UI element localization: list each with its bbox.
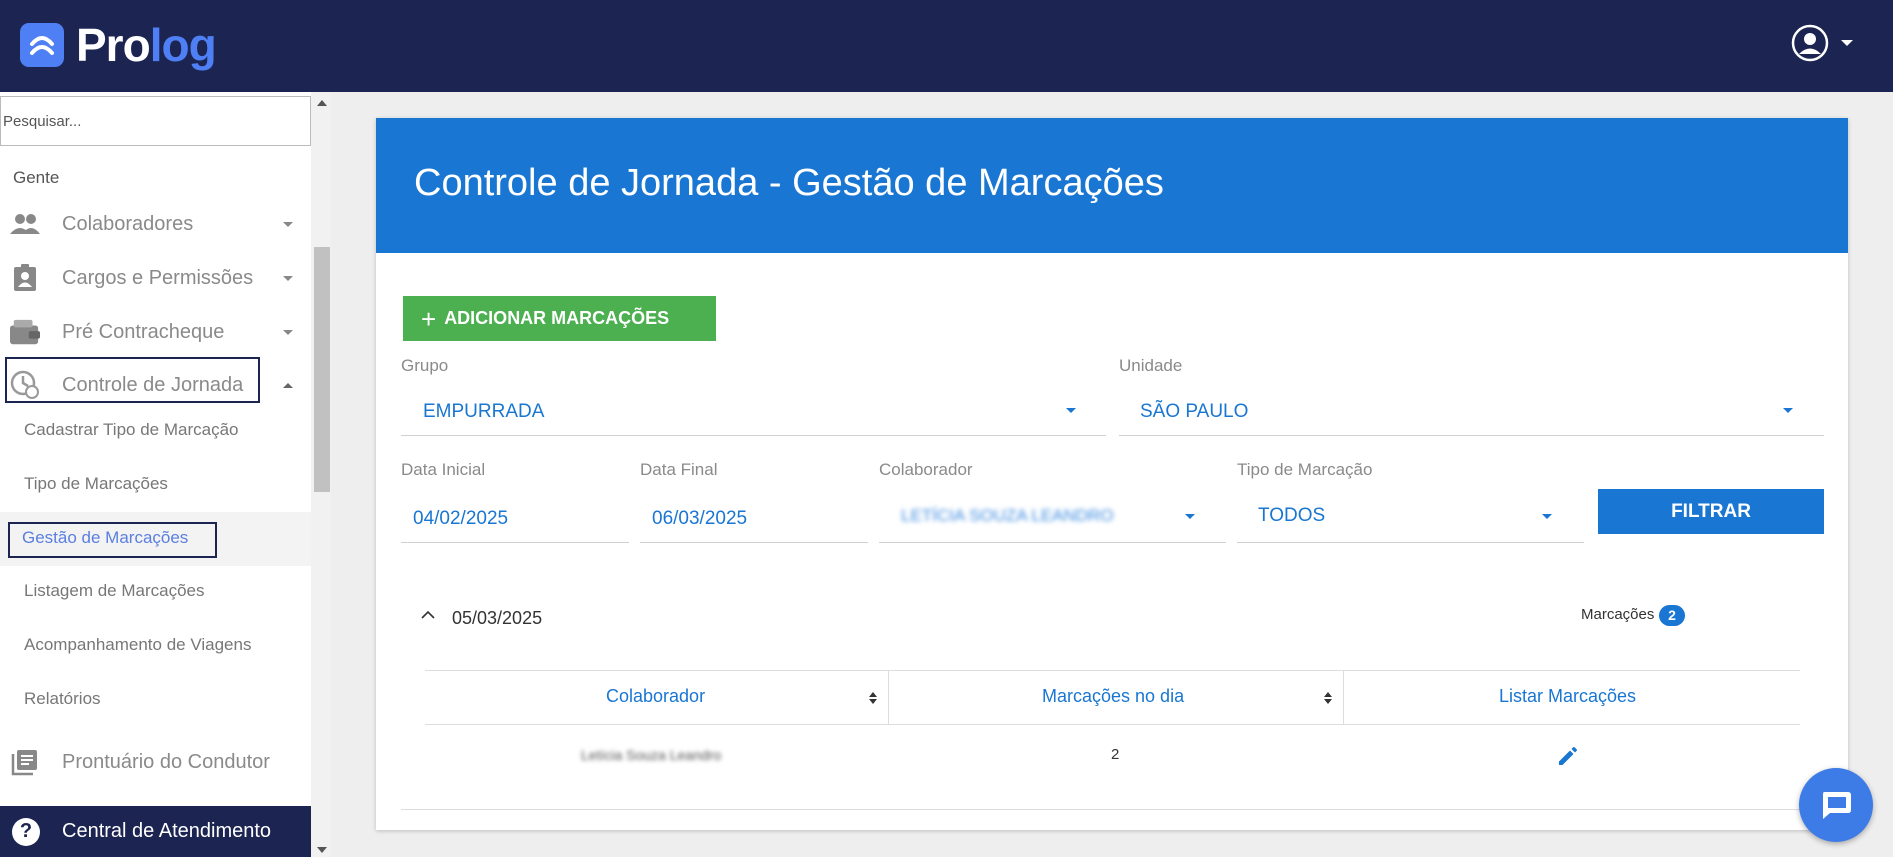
brand-pro: Pro: [76, 19, 151, 71]
sidebar-item-prontuario[interactable]: Prontuário do Condutor: [0, 738, 311, 786]
sidebar-item-colaboradores[interactable]: Colaboradores: [0, 200, 311, 248]
sidebar-section-label: Gente: [13, 168, 60, 187]
marcacoes-count-badge: 2: [1659, 605, 1685, 626]
sidebar: Gente Colaboradores Cargos e Permissões …: [0, 92, 311, 857]
chevron-up-icon: [283, 382, 293, 388]
account-circle-icon: [1791, 24, 1829, 62]
unidade-underline: [1119, 435, 1824, 436]
data-final-input[interactable]: 06/03/2025: [652, 508, 747, 530]
page-title: Controle de Jornada - Gestão de Marcaçõe…: [414, 162, 1164, 204]
table-column-divider: [888, 670, 889, 724]
brand-log: log: [149, 19, 217, 71]
grupo-underline: [401, 435, 1106, 436]
column-header-colaborador[interactable]: Colaborador: [606, 686, 705, 707]
chevron-down-icon[interactable]: [1783, 408, 1793, 413]
column-header-listar-marcacoes[interactable]: Listar Marcações: [1499, 686, 1636, 707]
colaborador-label: Colaborador: [879, 460, 973, 479]
sidebar-subitem-acompanhamento[interactable]: Acompanhamento de Viagens: [24, 635, 251, 655]
help-icon: ?: [12, 817, 40, 846]
sidebar-scrollbar[interactable]: [311, 92, 331, 857]
top-bar: Prolog: [0, 0, 1893, 92]
edit-icon[interactable]: [1556, 742, 1582, 768]
chevron-down-icon[interactable]: [1066, 408, 1076, 413]
filtrar-button[interactable]: FILTRAR: [1598, 489, 1824, 534]
add-marcacoes-button[interactable]: + ADICIONAR MARCAÇÕES: [403, 296, 716, 341]
table-header-border: [425, 724, 1800, 725]
people-icon: [10, 209, 40, 239]
sidebar-item-label: Pré Contracheque: [62, 320, 225, 343]
unidade-label: Unidade: [1119, 356, 1183, 375]
scrollbar-thumb[interactable]: [314, 247, 330, 492]
brand-name: Prolog: [76, 18, 217, 72]
prolog-logo[interactable]: Prolog: [20, 18, 217, 72]
unidade-select[interactable]: SÃO PAULO: [1140, 401, 1248, 423]
data-inicial-underline: [401, 542, 629, 543]
data-inicial-label: Data Inicial: [401, 460, 486, 479]
chevron-up-icon[interactable]: [421, 608, 435, 622]
chevron-down-icon: [283, 221, 293, 227]
library-icon: [10, 747, 40, 777]
prolog-logo-icon: [20, 23, 64, 67]
card-header: Controle de Jornada - Gestão de Marcaçõe…: [376, 118, 1848, 253]
central-atendimento-button[interactable]: ? Central de Atendimento: [0, 806, 311, 857]
wallet-icon: [10, 317, 40, 347]
grupo-label: Grupo: [401, 356, 449, 375]
data-final-underline: [640, 542, 868, 543]
colaborador-underline: [879, 542, 1226, 543]
marcacoes-count-label: Marcações: [1581, 606, 1655, 623]
sort-icon[interactable]: [869, 691, 877, 705]
group-date: 05/03/2025: [452, 608, 543, 628]
column-header-marcacoes-dia[interactable]: Marcações no dia: [1042, 686, 1184, 707]
chevron-down-icon: [1841, 40, 1853, 46]
chevron-down-icon: [283, 329, 293, 335]
data-final-label: Data Final: [640, 460, 718, 479]
sidebar-subitem-tipo-marcacoes[interactable]: Tipo de Marcações: [24, 474, 168, 494]
table-top-border: [425, 670, 1800, 671]
sidebar-item-pre-contracheque[interactable]: Pré Contracheque: [0, 308, 311, 356]
table-cell-colaborador: Letícia Souza Leandro: [581, 747, 722, 763]
data-inicial-input[interactable]: 04/02/2025: [413, 508, 508, 530]
scroll-down-icon[interactable]: [317, 847, 327, 853]
badge-icon: [10, 263, 40, 293]
tipo-marcacao-underline: [1237, 542, 1584, 543]
chat-icon: [1823, 792, 1851, 819]
plus-icon: +: [421, 303, 437, 334]
chat-support-button[interactable]: [1799, 768, 1873, 842]
sort-icon[interactable]: [1324, 691, 1332, 705]
chevron-down-icon: [283, 275, 293, 281]
colaborador-select[interactable]: LETÍCIA SOUZA LEANDRO: [901, 506, 1114, 526]
grupo-select[interactable]: EMPURRADA: [423, 401, 544, 423]
sidebar-item-label: Prontuário do Condutor: [62, 750, 270, 773]
sidebar-search-input[interactable]: [0, 96, 311, 146]
sidebar-subitem-relatorios[interactable]: Relatórios: [24, 689, 101, 709]
table-cell-marcacoes: 2: [1111, 746, 1120, 763]
table-column-divider: [1343, 670, 1344, 724]
scroll-up-icon[interactable]: [317, 100, 327, 106]
highlight-frame: [5, 357, 260, 403]
sidebar-item-label: Colaboradores: [62, 212, 194, 235]
sidebar-subitem-gestao-marcacoes[interactable]: Gestão de Marcações: [8, 522, 217, 558]
sidebar-subitem-cadastrar-tipo[interactable]: Cadastrar Tipo de Marcação: [24, 420, 239, 440]
central-atendimento-label: Central de Atendimento: [62, 820, 272, 842]
chevron-down-icon[interactable]: [1542, 514, 1552, 519]
sidebar-item-label: Cargos e Permissões: [62, 266, 254, 289]
tipo-marcacao-select[interactable]: TODOS: [1258, 505, 1325, 527]
sidebar-item-cargos[interactable]: Cargos e Permissões: [0, 254, 311, 302]
main-card: Controle de Jornada - Gestão de Marcaçõe…: [376, 118, 1848, 830]
sidebar-subitem-listagem[interactable]: Listagem de Marcações: [24, 581, 204, 601]
chevron-down-icon[interactable]: [1185, 514, 1195, 519]
table-bottom-border: [401, 809, 1821, 810]
add-marcacoes-label: ADICIONAR MARCAÇÕES: [444, 308, 670, 328]
tipo-marcacao-label: Tipo de Marcação: [1237, 460, 1373, 479]
user-menu[interactable]: [1791, 24, 1853, 62]
